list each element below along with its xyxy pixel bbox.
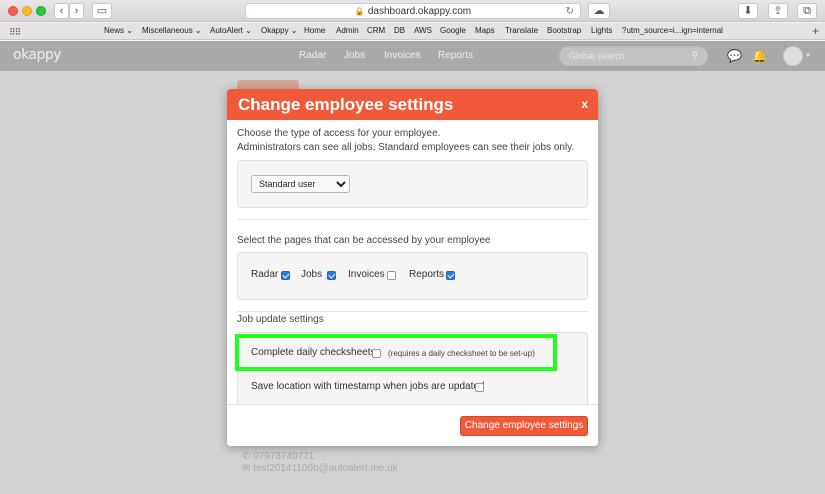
bookmark-bootstrap[interactable]: Bootstrap bbox=[547, 26, 581, 35]
nav-invoices[interactable]: Invoices bbox=[384, 50, 421, 61]
access-type-select[interactable]: Standard user bbox=[251, 175, 350, 193]
highlight-box bbox=[235, 334, 557, 371]
search-icon[interactable]: ⚲ bbox=[691, 50, 698, 61]
page-label-invoices: Invoices bbox=[348, 269, 385, 280]
window-minimize-button[interactable] bbox=[22, 6, 32, 16]
bookmark-maps[interactable]: Maps bbox=[475, 26, 495, 35]
notification-bell-icon[interactable]: 🔔 bbox=[752, 49, 767, 63]
modal-header: Change employee settings x bbox=[227, 89, 598, 120]
share-icon[interactable]: ⇪ bbox=[768, 3, 788, 19]
browser-titlebar: ‹ › ▭ 🔒 dashboard.okappy.com ↻ ☁ ⬇ ⇪ ⧉ bbox=[0, 0, 825, 22]
bookmark-aws[interactable]: AWS bbox=[414, 26, 432, 35]
background-email: ✉ test20141106b@autoalert.me.uk bbox=[242, 463, 398, 474]
background-phone: ✆ 07973740771 bbox=[242, 451, 315, 462]
forward-arrow-icon[interactable]: › bbox=[69, 3, 84, 19]
access-type-well: Standard user bbox=[237, 160, 588, 208]
download-icon[interactable]: ⬇ bbox=[738, 3, 758, 19]
page-checkbox-invoices[interactable] bbox=[387, 271, 396, 280]
bookmark-db[interactable]: DB bbox=[394, 26, 405, 35]
nav-reports[interactable]: Reports bbox=[438, 50, 473, 61]
page-label-radar: Radar bbox=[251, 269, 279, 280]
lock-icon: 🔒 bbox=[354, 7, 365, 16]
divider bbox=[237, 219, 588, 220]
access-intro-line-2: Administrators can see all jobs, Standar… bbox=[237, 142, 575, 153]
bookmark-google[interactable]: Google bbox=[440, 26, 466, 35]
pages-well: Radar Jobs Invoices Reports bbox=[237, 252, 588, 300]
bookmark-miscellaneous[interactable]: Miscellaneous ⌄ bbox=[142, 26, 202, 35]
access-intro-line-1: Choose the type of access for your emplo… bbox=[237, 128, 441, 139]
address-bar[interactable]: 🔒 dashboard.okappy.com ↻ bbox=[245, 3, 581, 19]
chat-icon[interactable]: 💬 bbox=[727, 49, 742, 63]
nav-jobs[interactable]: Jobs bbox=[344, 50, 365, 61]
pages-intro: Select the pages that can be accessed by… bbox=[237, 235, 491, 246]
window-maximize-button[interactable] bbox=[36, 6, 46, 16]
page-label-jobs: Jobs bbox=[301, 269, 323, 280]
divider bbox=[237, 311, 588, 312]
bookmark-translate[interactable]: Translate bbox=[505, 26, 538, 35]
job-update-heading: Job update settings bbox=[237, 314, 324, 325]
bookmarks-bar: ⠿⠿ News ⌄ Miscellaneous ⌄ AutoAlert ⌄ Ok… bbox=[0, 23, 825, 40]
grid-icon[interactable]: ⠿⠿ bbox=[9, 27, 21, 38]
app-header: okappy Radar Jobs Invoices Reports ⚲ 💬 🔔… bbox=[0, 41, 825, 71]
reload-icon[interactable]: ↻ bbox=[566, 4, 574, 19]
bookmark-utm[interactable]: ?utm_source=i...ign=internal bbox=[622, 26, 723, 35]
user-avatar[interactable] bbox=[783, 46, 803, 66]
chevron-down-icon[interactable]: ▼ bbox=[805, 53, 811, 59]
page-label-reports: Reports bbox=[409, 269, 445, 280]
change-employee-settings-button[interactable]: Change employee settings bbox=[460, 416, 588, 436]
tabs-icon[interactable]: ⧉ bbox=[797, 3, 817, 19]
change-employee-settings-modal: Change employee settings x Choose the ty… bbox=[227, 89, 598, 446]
new-tab-plus-icon[interactable]: + bbox=[812, 24, 819, 38]
bookmark-okappy[interactable]: Okappy ⌄ bbox=[261, 26, 298, 35]
window-close-button[interactable] bbox=[8, 6, 18, 16]
okappy-logo[interactable]: okappy bbox=[13, 47, 62, 63]
bookmark-news[interactable]: News ⌄ bbox=[104, 26, 133, 35]
bookmark-admin[interactable]: Admin bbox=[336, 26, 359, 35]
close-icon[interactable]: x bbox=[581, 97, 588, 111]
cloud-icon[interactable]: ☁ bbox=[588, 3, 610, 19]
bookmark-autoalert[interactable]: AutoAlert ⌄ bbox=[210, 26, 252, 35]
bookmark-home[interactable]: Home bbox=[304, 26, 325, 35]
modal-title: Change employee settings bbox=[238, 95, 454, 114]
global-search-input[interactable] bbox=[560, 47, 690, 65]
modal-footer: Change employee settings bbox=[227, 404, 598, 446]
location-label: Save location with timestamp when jobs a… bbox=[251, 381, 485, 392]
nav-radar[interactable]: Radar bbox=[299, 50, 326, 61]
page-checkbox-jobs[interactable] bbox=[327, 271, 336, 280]
back-arrow-icon[interactable]: ‹ bbox=[54, 3, 69, 19]
bookmark-lights[interactable]: Lights bbox=[591, 26, 612, 35]
global-search[interactable]: ⚲ bbox=[559, 46, 708, 66]
bookmark-crm[interactable]: CRM bbox=[367, 26, 385, 35]
url-text: dashboard.okappy.com bbox=[367, 6, 472, 17]
location-checkbox[interactable] bbox=[475, 383, 484, 392]
page-checkbox-radar[interactable] bbox=[281, 271, 290, 280]
sidebar-icon[interactable]: ▭ bbox=[92, 3, 112, 19]
page-checkbox-reports[interactable] bbox=[446, 271, 455, 280]
